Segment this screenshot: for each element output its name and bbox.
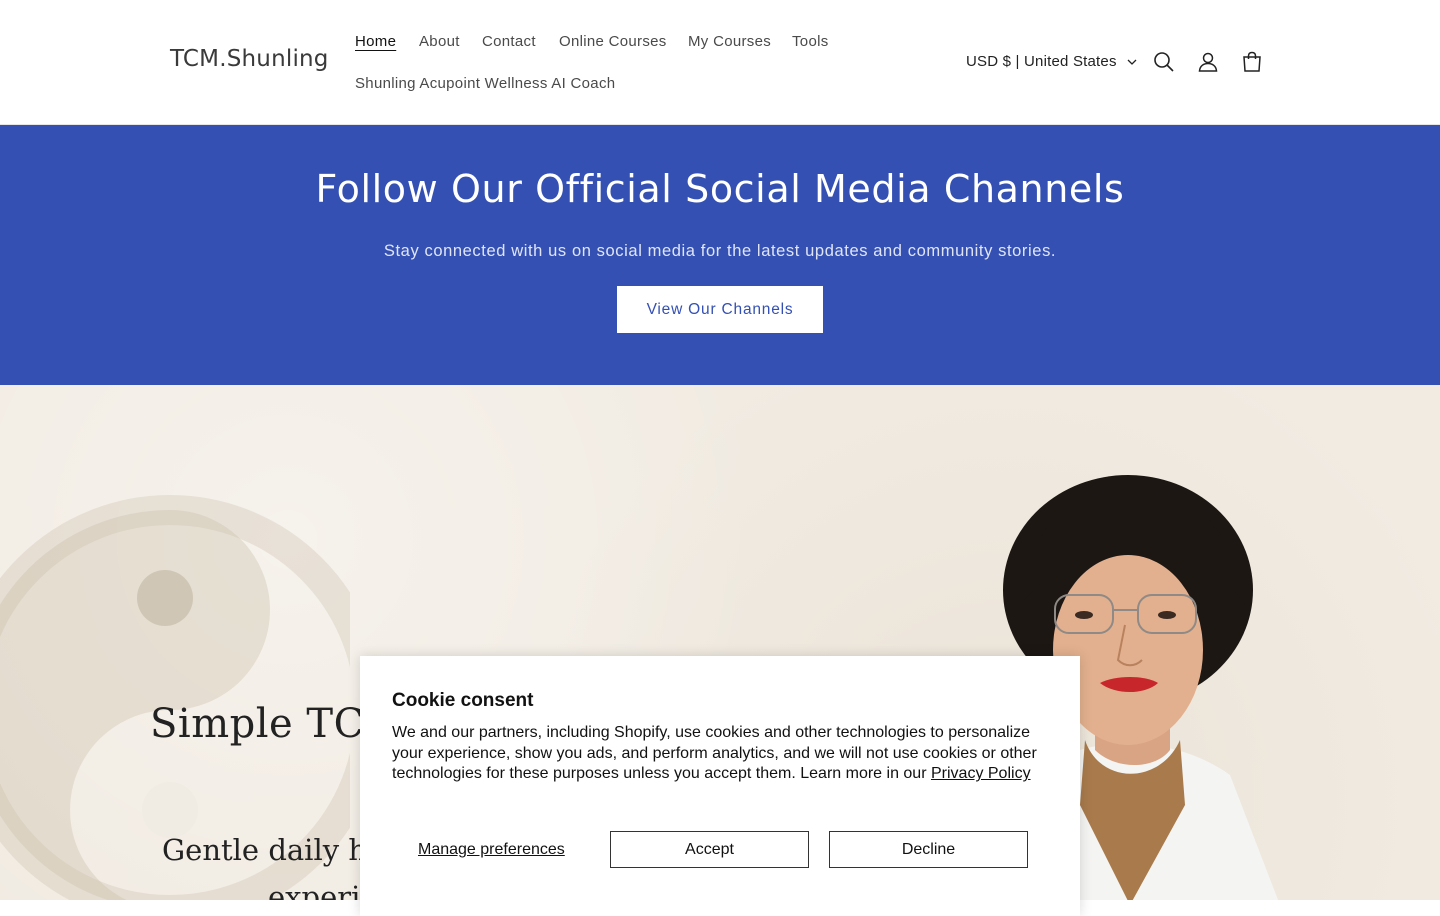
search-icon[interactable] bbox=[1151, 49, 1177, 75]
privacy-policy-link[interactable]: Privacy Policy bbox=[931, 765, 1031, 782]
account-icon[interactable] bbox=[1195, 49, 1221, 75]
site-header: TCM.Shunling Home About Contact Online C… bbox=[0, 0, 1440, 125]
chevron-down-icon bbox=[1127, 59, 1137, 65]
currency-label: USD $ | United States bbox=[966, 53, 1117, 70]
nav-online-courses[interactable]: Online Courses bbox=[559, 33, 667, 50]
cookie-body: We and our partners, including Shopify, … bbox=[392, 723, 1052, 785]
nav-about[interactable]: About bbox=[419, 33, 460, 50]
accept-button[interactable]: Accept bbox=[610, 831, 809, 868]
manage-preferences-link[interactable]: Manage preferences bbox=[418, 841, 565, 859]
nav-tools[interactable]: Tools bbox=[792, 33, 829, 50]
cookie-title: Cookie consent bbox=[392, 690, 534, 711]
social-banner: Follow Our Official Social Media Channel… bbox=[0, 125, 1440, 385]
nav-contact[interactable]: Contact bbox=[482, 33, 536, 50]
nav-my-courses[interactable]: My Courses bbox=[688, 33, 771, 50]
site-logo[interactable]: TCM.Shunling bbox=[170, 46, 329, 72]
cookie-consent-dialog: Cookie consent We and our partners, incl… bbox=[360, 656, 1080, 916]
currency-selector[interactable]: USD $ | United States bbox=[966, 53, 1137, 70]
cart-icon[interactable] bbox=[1239, 49, 1265, 75]
hero-title: Simple TC bbox=[150, 701, 365, 747]
banner-subtitle: Stay connected with us on social media f… bbox=[383, 242, 1057, 260]
nav-ai-coach[interactable]: Shunling Acupoint Wellness AI Coach bbox=[355, 75, 615, 92]
banner-title: Follow Our Official Social Media Channel… bbox=[315, 167, 1125, 211]
hero-subtitle-line2: experi bbox=[268, 880, 361, 900]
view-channels-button[interactable]: View Our Channels bbox=[617, 286, 823, 333]
hero-subtitle: Gentle daily h bbox=[162, 833, 367, 867]
nav-home[interactable]: Home bbox=[355, 33, 396, 50]
decline-button[interactable]: Decline bbox=[829, 831, 1028, 868]
